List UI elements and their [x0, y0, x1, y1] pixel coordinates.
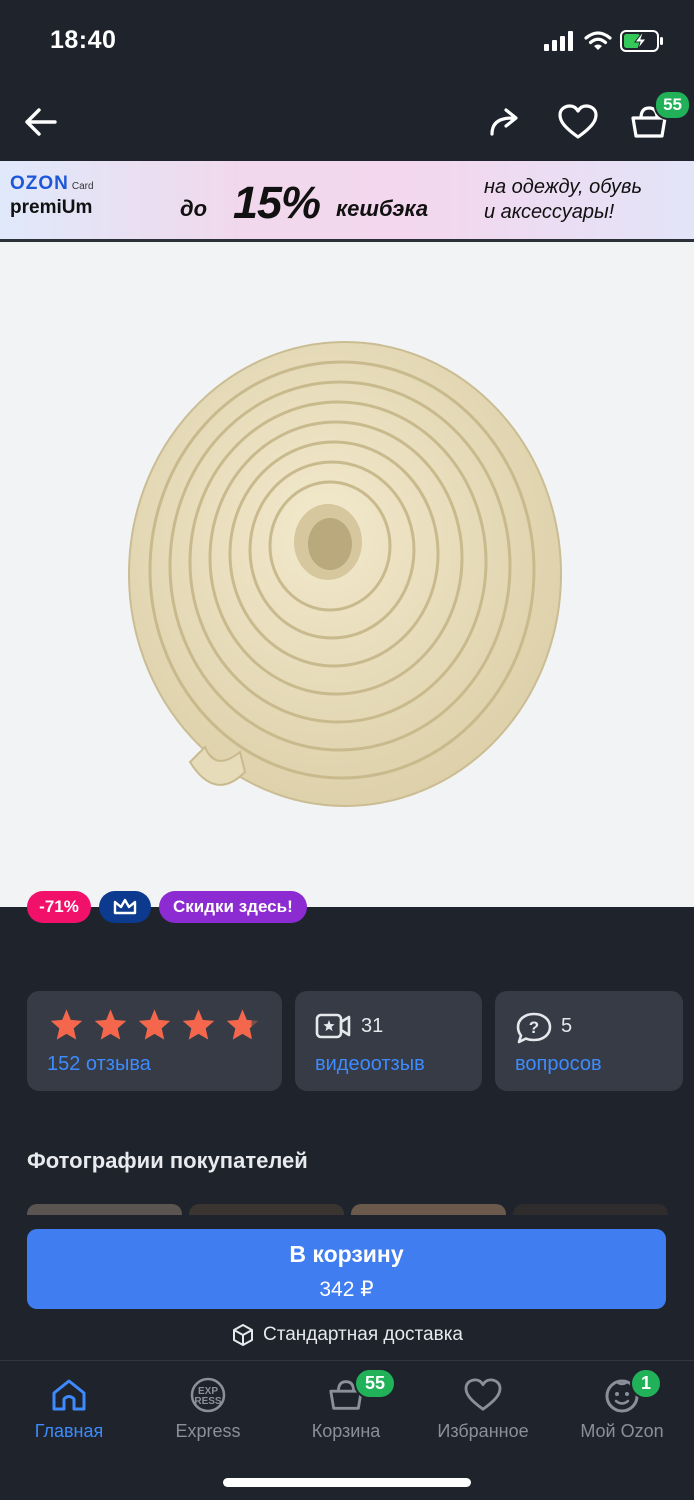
add-to-cart-button[interactable]: В корзину 342 ₽	[27, 1229, 666, 1309]
tab-my-ozon[interactable]: 1 Мой Ozon	[553, 1368, 691, 1443]
cart-tab-badge: 55	[354, 1368, 397, 1399]
share-button[interactable]	[482, 98, 530, 146]
banner-description: на одежду, обувь и аксессуары!	[484, 175, 642, 225]
product-image-gallery[interactable]	[0, 242, 694, 907]
favorite-button[interactable]	[554, 98, 602, 146]
questions-link[interactable]: вопросов	[515, 1053, 602, 1076]
half-star-icon	[226, 1009, 259, 1040]
video-count: 31	[361, 1015, 384, 1037]
banner-cashback: кешбэка	[336, 196, 429, 221]
video-reviews-card[interactable]: 31 видеоотзыв	[295, 991, 482, 1091]
cart-nav-button[interactable]: 55	[625, 90, 691, 146]
banner-line-2: и аксессуары!	[484, 201, 615, 223]
package-icon	[232, 1324, 253, 1346]
reviews-link[interactable]: 152 отзыва	[47, 1053, 151, 1076]
tab-cart-label: Корзина	[311, 1421, 381, 1441]
heart-icon	[463, 1375, 503, 1415]
back-arrow-icon	[25, 108, 57, 136]
delivery-info[interactable]: Стандартная доставка	[0, 1323, 694, 1347]
product-price: 342 ₽	[319, 1278, 374, 1301]
sale-badge[interactable]: Скидки здесь!	[159, 891, 307, 923]
product-info-cards: 152 отзыва 31 видеоотзыв ? 5 вопросов	[27, 991, 683, 1091]
promo-banner[interactable]: OZON Card premiUm до 15% кешбэка на одежд…	[0, 161, 694, 239]
banner-line-1: на одежду, обувь	[484, 176, 643, 198]
tab-express[interactable]: EXP RESS Express	[139, 1375, 277, 1443]
delivery-label: Стандартная доставка	[262, 1324, 463, 1345]
share-icon	[490, 108, 518, 136]
crown-icon	[113, 898, 137, 915]
product-badges: -71% Скидки здесь!	[27, 891, 307, 923]
home-icon	[49, 1375, 89, 1415]
star-icon	[94, 1009, 127, 1040]
cart-count-badge: 55	[654, 90, 691, 120]
tab-favorites[interactable]: Избранное	[414, 1375, 552, 1443]
discount-badge: -71%	[27, 891, 91, 923]
svg-text:?: ?	[529, 1018, 539, 1037]
signal-icon	[544, 31, 573, 51]
status-bar: 18:40	[0, 0, 694, 84]
battery-icon	[620, 30, 663, 52]
banner-premium: premiUm	[10, 197, 93, 218]
tab-home-label: Главная	[34, 1421, 104, 1441]
premium-badge	[99, 891, 151, 923]
status-time: 18:40	[50, 26, 117, 54]
customer-photos-title: Фотографии покупателей	[27, 1148, 308, 1173]
video-reviews-link[interactable]: видеоотзыв	[315, 1053, 425, 1076]
tab-home[interactable]: Главная	[0, 1375, 138, 1443]
add-to-cart-panel: В корзину 342 ₽ Стандартная доставка	[0, 1215, 694, 1360]
svg-text:RESS: RESS	[194, 1396, 222, 1407]
question-bubble-icon: ?	[516, 1012, 552, 1044]
product-image	[128, 341, 562, 807]
rating-stars	[49, 1008, 260, 1041]
heart-icon	[558, 104, 598, 139]
star-icon	[50, 1009, 83, 1040]
tab-express-label: Express	[175, 1421, 241, 1441]
status-icons	[544, 30, 664, 52]
ozon-card-logo: OZON Card premiUm	[10, 173, 94, 219]
star-icon	[138, 1009, 171, 1040]
profile-tab-badge: 1	[630, 1368, 663, 1399]
questions-card[interactable]: ? 5 вопросов	[495, 991, 683, 1091]
express-icon: EXP RESS	[188, 1375, 228, 1415]
banner-brand: OZON	[10, 173, 69, 194]
back-button[interactable]	[16, 98, 64, 146]
tab-my-ozon-label: Мой Ozon	[580, 1421, 664, 1441]
tab-favorites-label: Избранное	[437, 1421, 529, 1441]
add-to-cart-label: В корзину	[289, 1241, 404, 1267]
questions-count: 5	[561, 1015, 573, 1037]
home-indicator	[223, 1478, 471, 1487]
banner-card-word: Card	[71, 181, 94, 192]
banner-percent: 15%	[233, 177, 321, 228]
profile-icon: 1	[602, 1368, 663, 1415]
video-review-icon	[315, 1013, 351, 1039]
star-icon	[182, 1009, 215, 1040]
banner-prefix: до	[180, 196, 208, 221]
rating-card[interactable]: 152 отзыва	[27, 991, 282, 1091]
cart-icon: 55	[326, 1368, 397, 1415]
nav-bar: 55	[0, 84, 694, 160]
wifi-icon	[584, 31, 612, 50]
tab-cart[interactable]: 55 Корзина	[277, 1368, 415, 1443]
